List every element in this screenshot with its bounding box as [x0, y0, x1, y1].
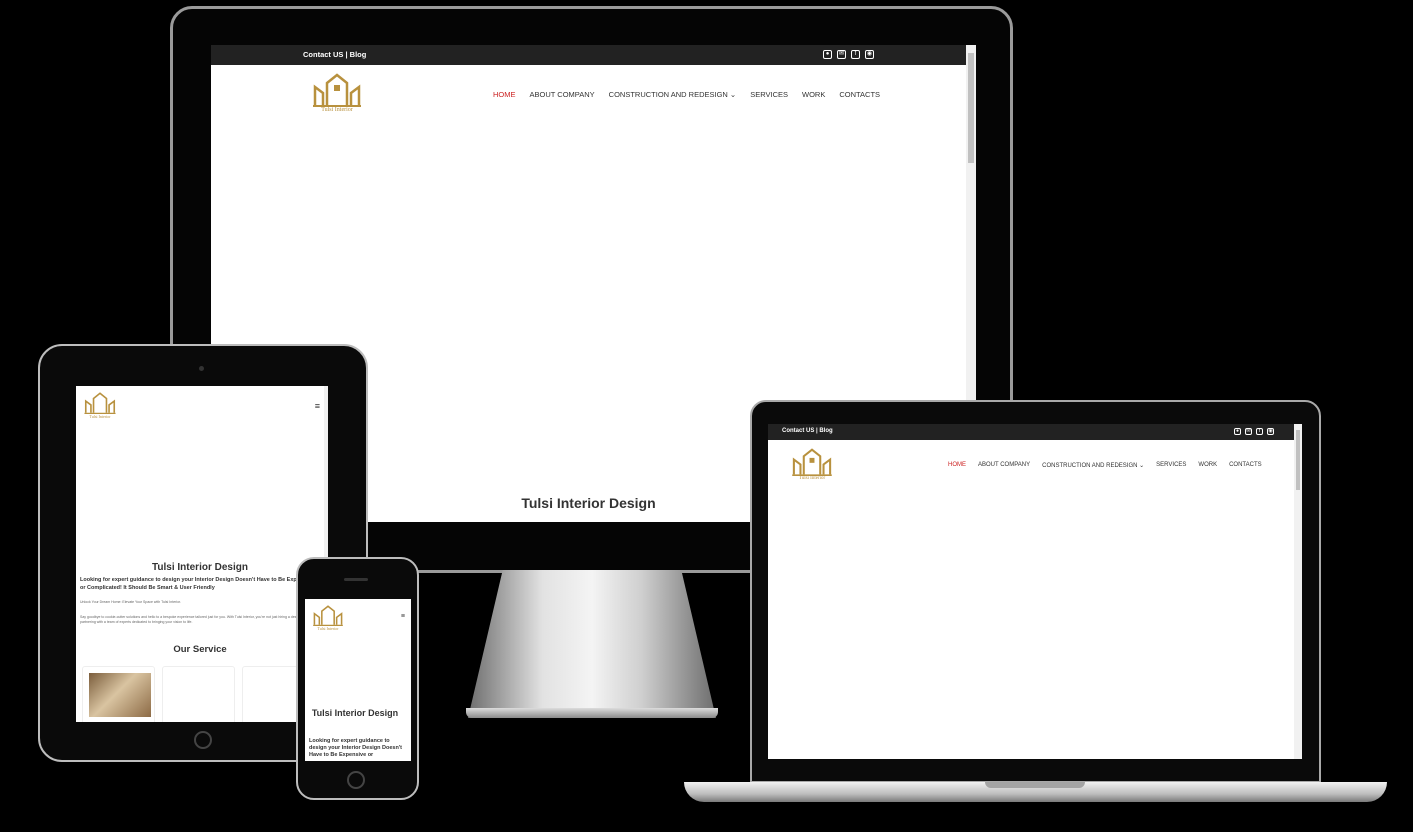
- social-icons: ● ✉ f ◉: [1234, 428, 1274, 435]
- house-logo-icon: [792, 448, 832, 476]
- header-nav: Tulsi Interior HOME ABOUT COMPANY CONSTR…: [211, 65, 976, 125]
- tablet-body-text: Say goodbye to cookie-cutter solutions a…: [80, 615, 316, 624]
- phone-logo[interactable]: Tulsi Interior: [313, 605, 343, 631]
- main-menu: HOME ABOUT COMPANY CONSTRUCTION AND REDE…: [948, 462, 1262, 469]
- tablet-hero-title: Tulsi Interior Design: [152, 562, 248, 573]
- mail-icon[interactable]: ✉: [837, 50, 846, 59]
- social-icons: ● ✉ f ◉: [823, 50, 874, 59]
- hamburger-menu-icon[interactable]: ≡: [401, 613, 405, 620]
- whatsapp-icon[interactable]: ●: [1234, 428, 1241, 435]
- tablet-camera: [199, 366, 204, 371]
- nav-construction-redesign[interactable]: CONSTRUCTION AND REDESIGN ⌄: [609, 90, 737, 99]
- main-menu: HOME ABOUT COMPANY CONSTRUCTION AND REDE…: [493, 90, 880, 99]
- phone-home-button: [347, 771, 365, 789]
- tablet-screen: Tulsi Interior ≡ Tulsi Interior Design L…: [76, 386, 328, 722]
- nav-services[interactable]: SERVICES: [1156, 462, 1186, 469]
- tablet-logo[interactable]: Tulsi Interior: [84, 392, 116, 419]
- laptop-notch: [985, 782, 1085, 788]
- monitor-stand-base: [466, 708, 718, 718]
- service-card[interactable]: [162, 666, 235, 722]
- nav-work[interactable]: WORK: [802, 90, 825, 99]
- logo-text: Tulsi Interior: [798, 476, 826, 481]
- slider-prev-arrow[interactable]: ‹: [219, 280, 224, 296]
- tablet-subtitle: Looking for expert guidance to design yo…: [80, 577, 314, 591]
- nav-about-company[interactable]: ABOUT COMPANY: [530, 90, 595, 99]
- tablet-tagline: Unlock Your Dream Home: Elevate Your Spa…: [80, 600, 181, 604]
- our-service-heading: Our Service: [173, 644, 227, 655]
- topbar-links[interactable]: Contact US | Blog: [782, 428, 833, 434]
- nav-home[interactable]: HOME: [948, 462, 966, 469]
- phone-subtitle: Looking for expert guidance to design yo…: [309, 738, 402, 758]
- phone-speaker: [344, 578, 368, 581]
- nav-home[interactable]: HOME: [493, 90, 516, 99]
- house-logo-icon: [313, 605, 343, 626]
- nav-about-company[interactable]: ABOUT COMPANY: [978, 462, 1030, 469]
- house-logo-icon: [313, 73, 361, 107]
- instagram-icon[interactable]: ◉: [865, 50, 874, 59]
- top-bar: Contact US | Blog ● ✉ f ◉: [211, 45, 976, 65]
- site-logo[interactable]: Tulsi Interior: [313, 73, 361, 113]
- tablet-home-button: [194, 731, 212, 749]
- nav-contacts[interactable]: CONTACTS: [1229, 462, 1262, 469]
- top-bar: Contact US | Blog ● ✉ f ◉: [768, 424, 1302, 440]
- page-scrollbar[interactable]: [1294, 424, 1302, 759]
- phone-hero-title: Tulsi Interior Design: [311, 708, 399, 718]
- phone-screen: Tulsi Interior ≡ Tulsi Interior Design L…: [305, 599, 411, 761]
- nav-services[interactable]: SERVICES: [750, 90, 788, 99]
- house-logo-icon: [84, 392, 116, 414]
- monitor-stand: [468, 570, 716, 718]
- topbar-links[interactable]: Contact US | Blog: [303, 50, 366, 59]
- logo-text: Tulsi Interior: [321, 107, 353, 113]
- facebook-icon[interactable]: f: [1256, 428, 1263, 435]
- nav-construction-redesign[interactable]: CONSTRUCTION AND REDESIGN ⌄: [1042, 462, 1144, 469]
- slider-prev-arrow[interactable]: ‹: [774, 599, 778, 611]
- logo-text: Tulsi Interior: [89, 414, 111, 419]
- nav-contacts[interactable]: CONTACTS: [839, 90, 880, 99]
- service-card[interactable]: [82, 666, 155, 722]
- laptop-screen: Contact US | Blog ● ✉ f ◉ Tulsi Interior…: [768, 424, 1302, 759]
- tablet-header: Tulsi Interior ≡: [76, 386, 328, 428]
- logo-text: Tulsi Interior: [317, 626, 339, 631]
- nav-work[interactable]: WORK: [1198, 462, 1217, 469]
- mail-icon[interactable]: ✉: [1245, 428, 1252, 435]
- hamburger-menu-icon[interactable]: ≡: [315, 401, 320, 411]
- whatsapp-icon[interactable]: ●: [823, 50, 832, 59]
- facebook-icon[interactable]: f: [851, 50, 860, 59]
- service-card-image: [89, 673, 151, 717]
- instagram-icon[interactable]: ◉: [1267, 428, 1274, 435]
- site-logo[interactable]: Tulsi Interior: [792, 448, 832, 481]
